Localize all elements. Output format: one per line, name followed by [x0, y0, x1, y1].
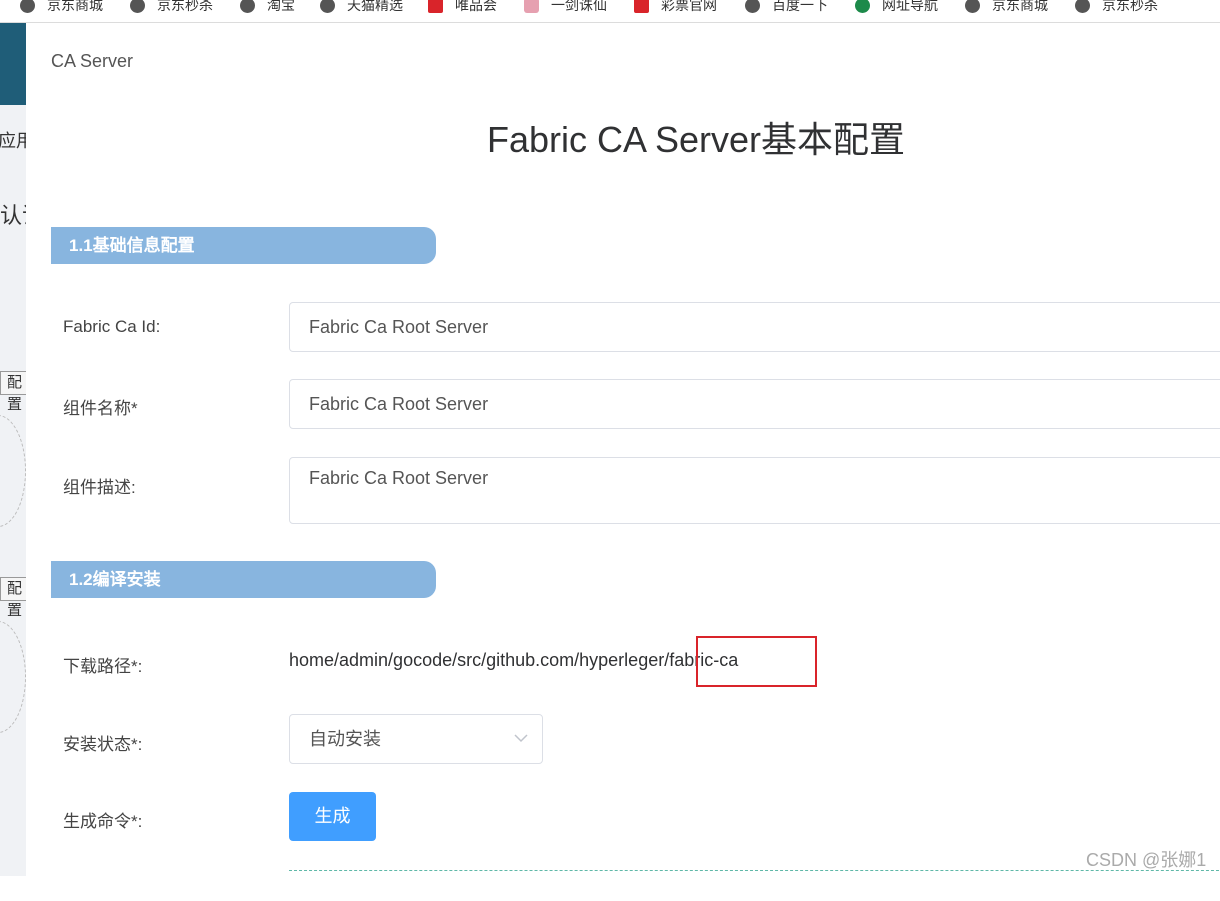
bookmark-label: 京东秒杀 [157, 0, 213, 13]
page-title: Fabric CA Server基本配置 [486, 119, 906, 160]
bookmark-label: 彩票官网 [661, 0, 717, 13]
game-icon [524, 0, 539, 13]
bookmark-label: 京东秒杀 [1102, 0, 1158, 13]
chevron-down-icon [514, 734, 528, 743]
bookmarks-bar: 京东商城 京东秒杀 淘宝 天猫精选 唯品会 一剑诛仙 彩票官网 百度一下 网址导… [0, 0, 1220, 23]
vip-icon [428, 0, 443, 13]
bookmark-item[interactable]: 网址导航 [855, 0, 938, 16]
component-name-input[interactable]: Fabric Ca Root Server [289, 379, 1220, 429]
install-status-selected: 自动安装 [309, 729, 381, 749]
section-header-basic: 1.1基础信息配置 [51, 227, 436, 264]
bookmark-label: 百度一下 [772, 0, 828, 13]
highlight-box [696, 636, 817, 687]
bookmark-label: 唯品会 [455, 0, 497, 13]
component-name-label: 组件名称* [63, 399, 138, 418]
background-header-band [0, 23, 26, 105]
bookmark-item[interactable]: 京东商城 [20, 0, 103, 16]
lottery-icon [634, 0, 649, 13]
background-config-button: 配置 [0, 371, 26, 413]
bookmark-item[interactable]: 淘宝 [240, 0, 295, 16]
download-path-value: home/admin/gocode/src/github.com/hyperle… [289, 650, 739, 670]
bookmark-label: 淘宝 [267, 0, 295, 13]
background-progress-circle [0, 415, 26, 527]
fabric-ca-id-input[interactable]: Fabric Ca Root Server [289, 302, 1220, 352]
generate-command-label: 生成命令*: [63, 812, 143, 831]
background-title-text: 认证 [0, 203, 26, 228]
section-header-install: 1.2编译安装 [51, 561, 436, 598]
drawer-title: CA Server [51, 51, 134, 71]
bookmark-item[interactable]: 京东秒杀 [1075, 0, 1158, 16]
fabric-ca-id-label: Fabric Ca Id: [63, 317, 161, 336]
bookmark-label: 网址导航 [882, 0, 938, 13]
bookmark-item[interactable]: 一剑诛仙 [524, 0, 607, 16]
install-status-select[interactable]: 自动安装 [289, 714, 543, 764]
background-progress-circle [0, 621, 26, 733]
globe-icon [20, 0, 35, 13]
bookmark-item[interactable]: 京东秒杀 [130, 0, 213, 16]
bookmark-label: 京东商城 [47, 0, 103, 13]
globe-icon [320, 0, 335, 13]
background-app: 应用 认证 配置 配置 [0, 23, 26, 876]
bookmark-item[interactable]: 百度一下 [745, 0, 828, 16]
install-status-label: 安装状态*: [63, 735, 143, 754]
navigation-icon [855, 0, 870, 13]
component-desc-textarea[interactable]: Fabric Ca Root Server [289, 457, 1220, 524]
generate-button[interactable]: 生成 [289, 792, 376, 841]
globe-icon [965, 0, 980, 13]
bookmark-label: 京东商城 [992, 0, 1048, 13]
bookmark-item[interactable]: 彩票官网 [634, 0, 717, 16]
bookmark-label: 一剑诛仙 [551, 0, 607, 13]
download-path-label: 下载路径*: [63, 657, 143, 676]
bookmark-item[interactable]: 天猫精选 [320, 0, 403, 16]
bookmark-item[interactable]: 京东商城 [965, 0, 1048, 16]
bookmark-label: 天猫精选 [347, 0, 403, 13]
command-output-area [289, 870, 1220, 901]
background-config-button: 配置 [0, 577, 26, 619]
background-menu-text: 应用 [0, 131, 26, 151]
globe-icon [240, 0, 255, 13]
watermark: CSDN @张娜1 [1086, 850, 1207, 870]
component-desc-label: 组件描述: [63, 478, 136, 497]
config-drawer: CA Server Fabric CA Server基本配置 1.1基础信息配置… [26, 23, 1220, 876]
globe-icon [745, 0, 760, 13]
bookmark-item[interactable]: 唯品会 [428, 0, 497, 16]
globe-icon [1075, 0, 1090, 13]
globe-icon [130, 0, 145, 13]
